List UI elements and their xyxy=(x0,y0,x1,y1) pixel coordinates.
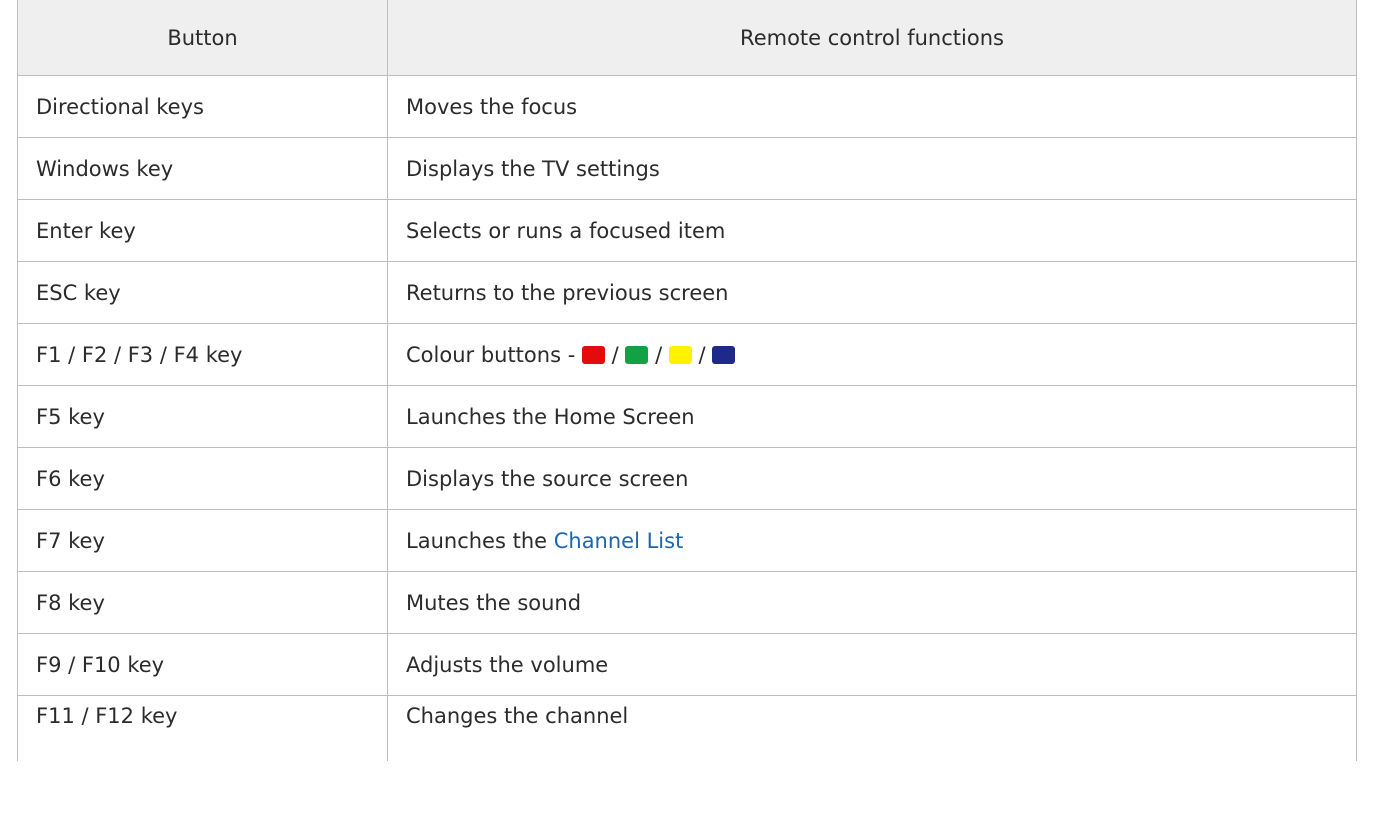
table-row: ESC key Returns to the previous screen xyxy=(17,261,1357,324)
button-cell: F11 / F12 key xyxy=(17,695,388,761)
separator: / xyxy=(691,342,713,367)
function-cell: Displays the TV settings xyxy=(387,137,1357,200)
table-row: F7 key Launches the Channel List xyxy=(17,509,1357,572)
function-text: Launches the xyxy=(406,528,554,553)
function-cell: Mutes the sound xyxy=(387,571,1357,634)
table-row: F8 key Mutes the sound xyxy=(17,571,1357,634)
button-cell: ESC key xyxy=(17,261,388,324)
separator: / xyxy=(604,342,626,367)
button-cell: F8 key xyxy=(17,571,388,634)
function-cell: Displays the source screen xyxy=(387,447,1357,510)
function-cell: Adjusts the volume xyxy=(387,633,1357,696)
button-cell: F6 key xyxy=(17,447,388,510)
button-cell: F5 key xyxy=(17,385,388,448)
table-row: F9 / F10 key Adjusts the volume xyxy=(17,633,1357,696)
header-remote-control-functions: Remote control functions xyxy=(387,0,1357,76)
yellow-button-swatch xyxy=(668,345,692,364)
table-row: F1 / F2 / F3 / F4 key Colour buttons - /… xyxy=(17,323,1357,386)
function-cell: Launches the Channel List xyxy=(387,509,1357,572)
table-header-row: Button Remote control functions xyxy=(17,0,1357,76)
green-button-swatch xyxy=(625,345,649,364)
button-cell: Enter key xyxy=(17,199,388,262)
table-row: Directional keys Moves the focus xyxy=(17,75,1357,138)
function-cell: Changes the channel xyxy=(387,695,1357,761)
table-row: F6 key Displays the source screen xyxy=(17,447,1357,510)
table-row: F5 key Launches the Home Screen xyxy=(17,385,1357,448)
separator: / xyxy=(648,342,669,367)
channel-list-link[interactable]: Channel List xyxy=(554,529,684,553)
key-mapping-table: Button Remote control functions Directio… xyxy=(17,0,1357,761)
function-cell: Launches the Home Screen xyxy=(387,385,1357,448)
button-cell: Windows key xyxy=(17,137,388,200)
button-cell: Directional keys xyxy=(17,75,388,138)
table-row: F11 / F12 key Changes the channel xyxy=(17,695,1357,761)
red-button-swatch xyxy=(581,345,605,364)
button-cell: F7 key xyxy=(17,509,388,572)
function-cell: Selects or runs a focused item xyxy=(387,199,1357,262)
colour-buttons-label: Colour buttons - xyxy=(406,342,582,367)
header-button: Button xyxy=(17,0,388,76)
function-cell: Colour buttons - / / / xyxy=(387,323,1357,386)
table-row: Enter key Selects or runs a focused item xyxy=(17,199,1357,262)
blue-button-swatch xyxy=(712,345,736,364)
function-cell: Moves the focus xyxy=(387,75,1357,138)
table-row: Windows key Displays the TV settings xyxy=(17,137,1357,200)
button-cell: F9 / F10 key xyxy=(17,633,388,696)
key-mapping-table-container: Button Remote control functions Directio… xyxy=(17,0,1374,761)
function-cell: Returns to the previous screen xyxy=(387,261,1357,324)
button-cell: F1 / F2 / F3 / F4 key xyxy=(17,323,388,386)
